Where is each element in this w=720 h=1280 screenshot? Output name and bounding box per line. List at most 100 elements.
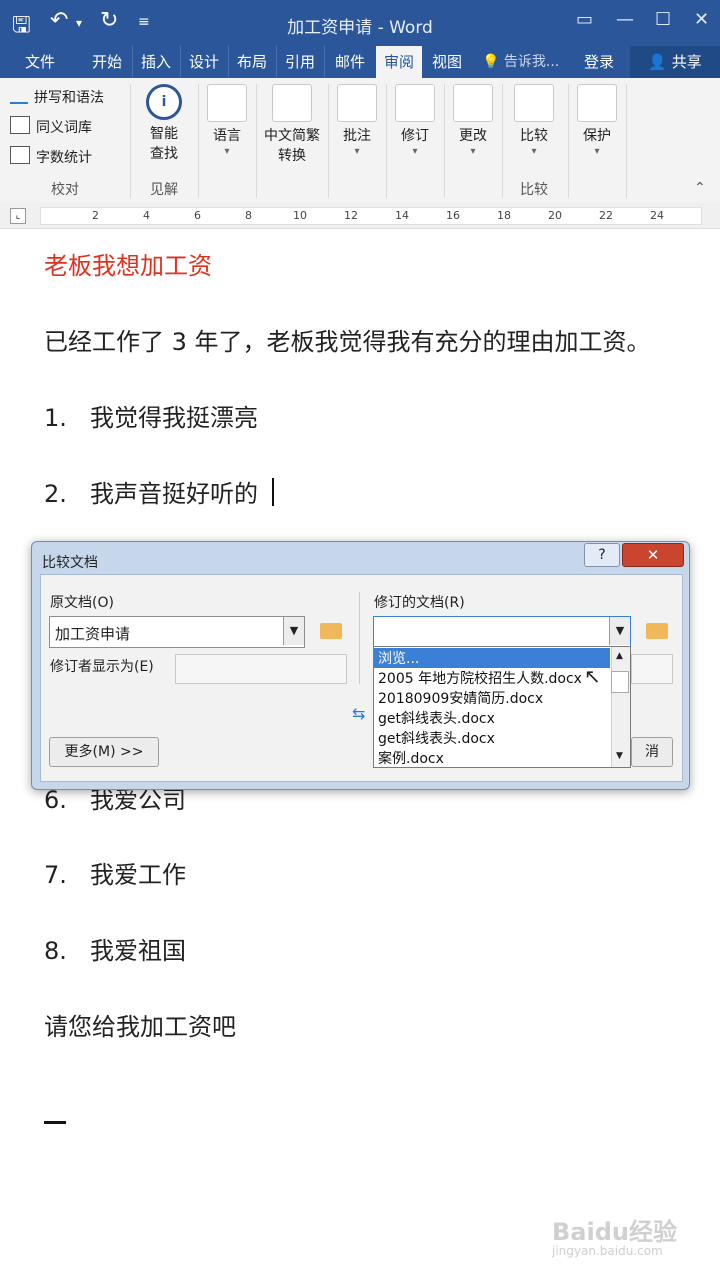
comments-button[interactable]: 批注 ▾ (332, 84, 382, 157)
lock-icon (577, 84, 617, 122)
chevron-down-icon: ▾ (412, 146, 418, 157)
minimize-icon[interactable]: — (616, 9, 634, 30)
watermark-brand: Baidu经验 (552, 1218, 677, 1246)
scroll-down-icon[interactable]: ▼ (616, 751, 623, 761)
ruler-number: 16 (446, 209, 460, 222)
tab-mailings[interactable]: 邮件 (324, 46, 375, 78)
word-count-label: 字数统计 (36, 150, 92, 166)
chevron-down-icon[interactable]: ▼ (283, 617, 304, 645)
list-number: 7. (44, 861, 67, 889)
list-number: 6. (44, 786, 67, 814)
doc-paragraph: 已经工作了 3 年了，老板我觉得我有充分的理由加工资。 (44, 328, 651, 356)
share-button[interactable]: 👤 共享 (630, 46, 720, 78)
author-label: 修订者显示为(E) (50, 659, 154, 675)
ruler-number: 24 (650, 209, 664, 222)
window-title: 加工资申请 - Word (287, 18, 433, 38)
dialog-close-button[interactable]: ✕ (622, 543, 684, 567)
person-icon: 👤 (648, 53, 667, 71)
collapse-ribbon-icon[interactable]: ⌃ (694, 180, 706, 196)
list-item: 2. 我声音挺好听的 (44, 474, 258, 509)
group-proofing-label: 校对 (51, 182, 79, 198)
info-icon: i (146, 84, 182, 120)
folder-icon[interactable] (646, 623, 668, 639)
compare-button[interactable]: 比较 ▾ (508, 84, 560, 157)
tab-layout[interactable]: 布局 (228, 46, 275, 78)
tab-view[interactable]: 视图 (424, 46, 470, 78)
spelling-grammar-button[interactable]: 拼写和语法 (10, 86, 104, 110)
ruler: ⌞ 2 4 6 8 10 12 14 16 18 20 22 24 (0, 202, 720, 229)
comment-icon (337, 84, 377, 122)
author-field[interactable] (175, 654, 347, 684)
tab-design[interactable]: 设计 (180, 46, 227, 78)
title-bar: 🖫 ↶ ▾ ↻ ≡ 加工资申请 - Word ▭ — ☐ ✕ (0, 0, 720, 46)
chinese-conversion-icon (272, 84, 312, 122)
ribbon-display-icon[interactable]: ▭ (576, 9, 593, 30)
ruler-number: 22 (599, 209, 613, 222)
list-number: 8. (44, 937, 67, 965)
dropdown-item-browse[interactable]: 浏览... (374, 648, 610, 668)
dropdown-item[interactable]: get斜线表头.docx (378, 708, 495, 728)
scroll-thumb[interactable] (611, 671, 629, 693)
list-item: 8. 我爱祖国 (44, 931, 186, 966)
swap-icon[interactable]: ⇆ (352, 704, 365, 723)
share-label: 共享 (671, 53, 702, 71)
dropdown-item[interactable]: 20180909安婧简历.docx (378, 688, 543, 708)
tab-stop-selector[interactable]: ⌞ (10, 208, 26, 224)
smart-lookup-button[interactable]: i 智能 查找 (136, 84, 192, 164)
compare-label: 比较 (520, 128, 548, 144)
chinese-conv-label-1: 中文简繁 (264, 128, 320, 144)
original-doc-label: 原文档(O) (50, 595, 114, 611)
list-text: 我爱祖国 (90, 937, 186, 965)
dropdown-item[interactable]: 2005 年地方院校招生人数.docx (378, 668, 582, 688)
ruler-number: 4 (143, 209, 150, 222)
chevron-down-icon: ▾ (594, 146, 600, 157)
group-insights-label: 见解 (150, 182, 178, 198)
tracking-button[interactable]: 修订 ▾ (390, 84, 440, 157)
help-button[interactable]: ? (584, 543, 620, 567)
tab-home[interactable]: 开始 (84, 46, 130, 78)
tell-me-search[interactable]: 💡 告诉我... (482, 46, 559, 78)
thesaurus-button[interactable]: 同义词库 (10, 116, 92, 140)
chinese-conversion-button[interactable]: 中文简繁 转换 (258, 84, 326, 166)
tab-references[interactable]: 引用 (276, 46, 323, 78)
close-window-icon[interactable]: ✕ (694, 9, 709, 30)
changes-button[interactable]: 更改 ▾ (448, 84, 498, 157)
tab-insert[interactable]: 插入 (132, 46, 179, 78)
revised-author-field[interactable] (631, 654, 673, 684)
login-button[interactable]: 登录 (584, 46, 614, 78)
chevron-down-icon: ▾ (531, 146, 537, 157)
language-button[interactable]: 语言 ▾ (202, 84, 252, 157)
scroll-up-icon[interactable]: ▲ (616, 651, 623, 661)
language-icon (207, 84, 247, 122)
chinese-conv-label-2: 转换 (278, 148, 306, 164)
original-doc-combo[interactable]: 加工资申请 ▼ (49, 616, 305, 648)
revised-doc-combo[interactable]: ▼ (373, 616, 631, 648)
folder-icon[interactable] (320, 623, 342, 639)
ruler-number: 10 (293, 209, 307, 222)
tab-file[interactable]: 文件 (0, 46, 80, 78)
track-changes-icon (395, 84, 435, 122)
ruler-number: 12 (344, 209, 358, 222)
protect-button[interactable]: 保护 ▾ (572, 84, 622, 157)
changes-label: 更改 (459, 128, 487, 144)
group-compare-label: 比较 (520, 182, 548, 198)
word-count-button[interactable]: 字数统计 (10, 146, 92, 170)
chevron-down-icon[interactable]: ▼ (609, 617, 630, 645)
spellcheck-icon (10, 86, 28, 104)
maximize-icon[interactable]: ☐ (655, 9, 671, 30)
divider (359, 592, 360, 684)
tab-review[interactable]: 审阅 (376, 46, 422, 78)
dropdown-item[interactable]: get斜线表头.docx (378, 728, 495, 748)
tell-me-label: 告诉我... (503, 54, 560, 70)
ruler-number: 14 (395, 209, 409, 222)
list-number: 1. (44, 404, 67, 432)
more-button[interactable]: 更多(M) >> (49, 737, 159, 767)
doc-closing: 请您给我加工资吧 (44, 1013, 236, 1041)
cancel-button[interactable]: 消 (631, 737, 673, 767)
end-mark (44, 1121, 66, 1124)
ruler-number: 20 (548, 209, 562, 222)
list-item: 7. 我爱工作 (44, 855, 186, 890)
dropdown-scrollbar[interactable]: ▲ ▼ (611, 647, 630, 767)
compare-icon (514, 84, 554, 122)
dropdown-item[interactable]: 案例.docx (378, 748, 444, 767)
